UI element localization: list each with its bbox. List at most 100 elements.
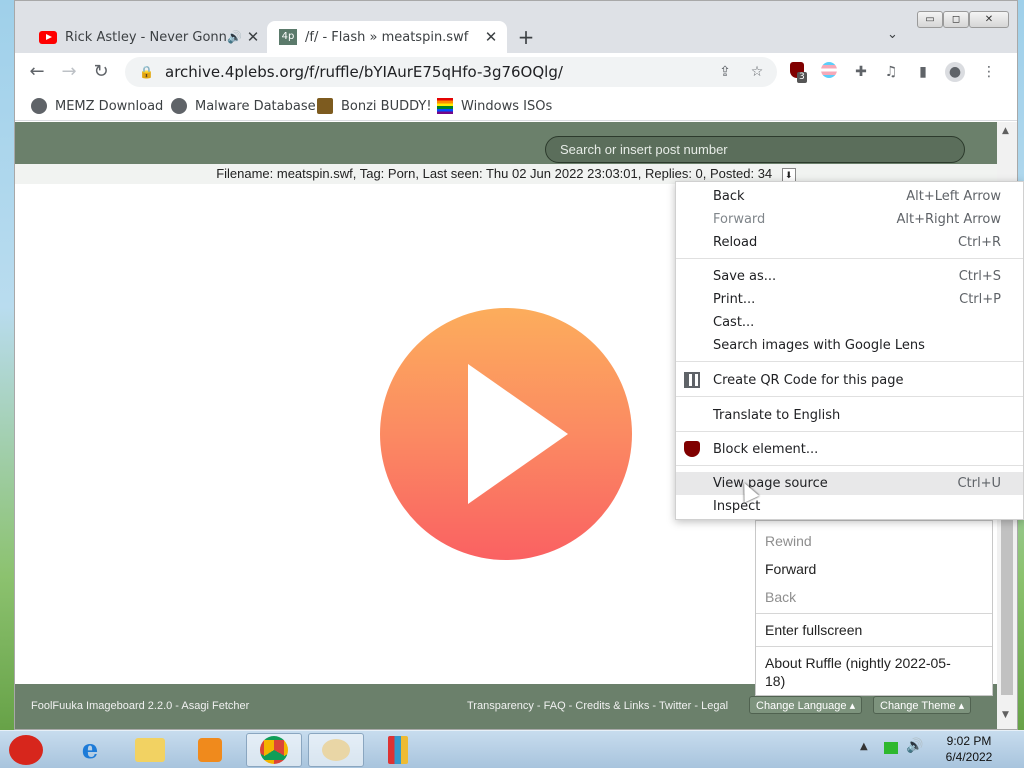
scroll-down-icon[interactable]: ▼: [1002, 710, 1009, 720]
file-info-text: Filename: meatspin.swf, Tag: Porn, Last …: [216, 166, 773, 181]
ruffle-back[interactable]: Back: [756, 589, 992, 605]
ctx-shortcut: Alt+Right Arrow: [896, 212, 1001, 227]
bookmarks-bar: MEMZ Download Malware Database Bonzi BUD…: [15, 91, 1017, 121]
ctx-print[interactable]: Print... Ctrl+P: [676, 288, 1023, 311]
chrome-taskbar-icon[interactable]: [246, 733, 302, 767]
ruffle-play-button[interactable]: [380, 308, 632, 560]
close-window-button[interactable]: ✕: [969, 11, 1009, 28]
change-language-button[interactable]: Change Language ▴: [749, 696, 863, 714]
paint-taskbar-icon[interactable]: [308, 733, 364, 767]
bookmark-star-icon[interactable]: ☆: [747, 62, 767, 82]
ctx-back[interactable]: Back Alt+Left Arrow: [676, 185, 1023, 208]
paint-brushes-icon[interactable]: [370, 733, 426, 767]
scroll-up-icon[interactable]: ▲: [1002, 126, 1009, 136]
ctx-shortcut: Ctrl+P: [959, 292, 1001, 307]
tab-meatspin[interactable]: 4p /f/ - Flash » meatspin.swf ✕: [267, 21, 507, 53]
new-tab-button[interactable]: +: [515, 25, 537, 49]
bookmark-memz[interactable]: MEMZ Download: [31, 95, 163, 117]
bookmark-malware-db[interactable]: Malware Database: [171, 95, 316, 117]
kebab-menu-icon[interactable]: ⋮: [979, 62, 999, 82]
ctx-translate[interactable]: Translate to English: [676, 404, 1023, 427]
globe-icon: [31, 98, 47, 114]
menu-separator: [756, 613, 992, 614]
bookmark-windows-isos[interactable]: Windows ISOs: [437, 95, 552, 117]
ctx-label: Back: [713, 189, 745, 204]
ruffle-about-line1[interactable]: About Ruffle (nightly 2022-05-: [756, 655, 992, 671]
minimize-button[interactable]: ▭: [917, 11, 943, 28]
taskbar: e ▲ 🔊 9:02 PM 6/4/2022: [0, 730, 1024, 768]
ctx-label: Print...: [713, 292, 756, 307]
volume-icon[interactable]: 🔊: [906, 738, 923, 754]
ruffle-enter-fullscreen[interactable]: Enter fullscreen: [756, 622, 992, 638]
menu-separator: [676, 396, 1023, 397]
ctx-inspect[interactable]: Inspect: [676, 495, 1023, 518]
ctx-label: Create QR Code for this page: [713, 373, 904, 388]
show-hidden-icons-icon[interactable]: ▲: [860, 741, 868, 752]
ublock-origin-icon: [684, 441, 700, 457]
ctx-google-lens[interactable]: Search images with Google Lens: [676, 334, 1023, 357]
ctx-shortcut: Ctrl+R: [957, 235, 1001, 250]
network-icon[interactable]: [884, 742, 898, 754]
ctx-label: Block element...: [713, 442, 819, 457]
address-bar[interactable]: 🔒 archive.4plebs.org/f/ruffle/bYIAurE75q…: [125, 57, 777, 87]
share-icon[interactable]: ⇪: [715, 62, 735, 82]
ctx-shortcut: Alt+Left Arrow: [906, 189, 1001, 204]
close-tab-icon[interactable]: ✕: [483, 28, 499, 46]
download-icon[interactable]: ⬇: [781, 168, 796, 182]
bookmark-label: Windows ISOs: [461, 98, 553, 114]
bookmark-label: MEMZ Download: [55, 98, 164, 114]
maximize-button[interactable]: ◻: [943, 11, 969, 28]
ctx-save-as[interactable]: Save as... Ctrl+S: [676, 265, 1023, 288]
scroll-thumb[interactable]: [1001, 520, 1013, 695]
change-theme-button[interactable]: Change Theme ▴: [873, 696, 972, 714]
ctx-shortcut: Ctrl+U: [957, 476, 1001, 491]
menu-separator: [676, 258, 1023, 259]
close-tab-icon[interactable]: ✕: [245, 28, 261, 46]
audio-playing-icon[interactable]: 🔊: [227, 30, 245, 44]
media-controls-icon[interactable]: ♫: [881, 62, 901, 82]
ctx-reload[interactable]: Reload Ctrl+R: [676, 231, 1023, 254]
bonzi-icon: [317, 98, 333, 114]
ctx-create-qr[interactable]: Create QR Code for this page: [676, 369, 1023, 392]
extensions-puzzle-icon[interactable]: ✚: [851, 62, 871, 82]
ctx-label: Cast...: [713, 315, 755, 330]
profile-avatar-icon[interactable]: ●: [945, 62, 965, 82]
reload-icon[interactable]: ↻: [89, 60, 113, 84]
ublock-origin-icon[interactable]: 3: [787, 62, 807, 83]
internet-explorer-icon[interactable]: e: [62, 733, 118, 767]
trans-flag-extension-icon[interactable]: [819, 62, 839, 82]
footer-links[interactable]: Transparency - FAQ - Credits & Links - T…: [467, 700, 728, 712]
globe-icon: [171, 98, 187, 114]
file-explorer-icon[interactable]: [122, 733, 178, 767]
ctx-shortcut: Ctrl+S: [958, 269, 1001, 284]
tab-search-chevron-icon[interactable]: ⌄: [887, 27, 898, 42]
clock[interactable]: 9:02 PM 6/4/2022: [938, 733, 1000, 765]
rainbow-flag-icon: [437, 98, 453, 114]
ruffle-forward[interactable]: Forward: [756, 561, 992, 577]
tab-rick-astley[interactable]: Rick Astley - Never Gonna Give You Up 🔊 …: [27, 21, 269, 53]
back-arrow-icon[interactable]: ←: [25, 60, 49, 84]
side-panel-icon[interactable]: ▮: [913, 62, 933, 82]
ruffle-context-menu: Rewind Forward Back Enter fullscreen Abo…: [755, 520, 993, 696]
bookmark-label: Malware Database: [195, 98, 316, 114]
bookmark-bonzi[interactable]: Bonzi BUDDY!: [317, 95, 432, 117]
footer-version: FoolFuuka Imageboard 2.2.0 - Asagi Fetch…: [31, 700, 250, 712]
menu-separator: [756, 646, 992, 647]
media-player-icon[interactable]: [182, 733, 238, 767]
ctx-forward[interactable]: Forward Alt+Right Arrow: [676, 208, 1023, 231]
ctx-label: Translate to English: [713, 408, 841, 423]
ruffle-rewind[interactable]: Rewind: [756, 533, 992, 549]
ctx-label: Save as...: [713, 269, 777, 284]
ublock-badge: 3: [797, 72, 807, 83]
post-search-input[interactable]: Search or insert post number: [545, 136, 965, 163]
bookmark-label: Bonzi BUDDY!: [341, 98, 432, 114]
menu-separator: [676, 465, 1023, 466]
menu-separator: [676, 361, 1023, 362]
qr-code-icon: [684, 372, 700, 388]
start-angry-bird-icon[interactable]: [0, 733, 52, 767]
ctx-view-page-source[interactable]: View page source Ctrl+U: [676, 472, 1023, 495]
ctx-block-element[interactable]: Block element...: [676, 438, 1023, 461]
forward-arrow-icon[interactable]: →: [57, 60, 81, 84]
ctx-cast[interactable]: Cast...: [676, 311, 1023, 334]
ruffle-about-line2[interactable]: 18): [756, 673, 992, 689]
